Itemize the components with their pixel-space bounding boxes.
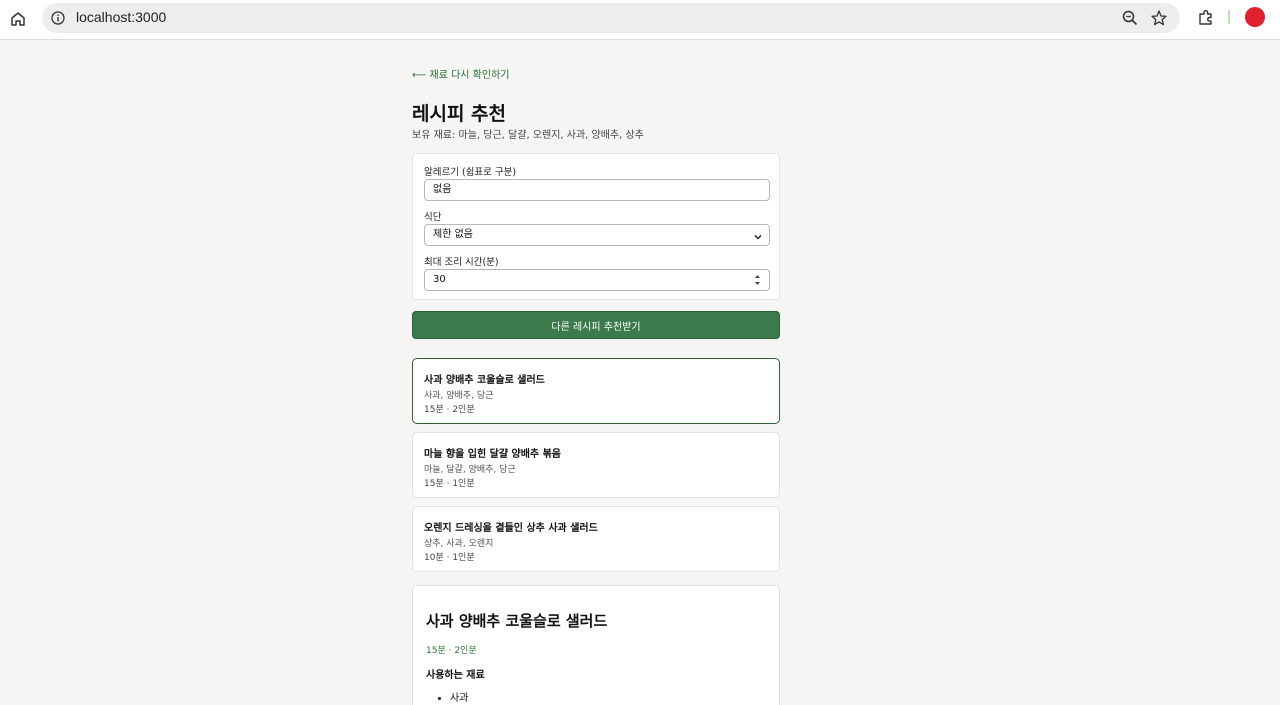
recipe-ingredients: 사과, 양배추, 당근	[424, 391, 494, 401]
recipe-ingredients: 마늘, 달걀, 양배추, 당근	[424, 465, 516, 475]
recipe-meta: 15분 · 2인분	[424, 405, 475, 415]
recipe-ingredients: 상추, 사과, 오렌지	[424, 539, 494, 549]
info-icon[interactable]	[50, 10, 66, 26]
allergy-input[interactable]: 없음	[424, 179, 770, 201]
address-bar[interactable]: localhost:3000	[42, 3, 1180, 33]
url-text[interactable]: localhost:3000	[76, 9, 166, 25]
extensions-icon[interactable]	[1196, 8, 1216, 28]
browser-toolbar: localhost:3000	[0, 0, 1280, 40]
recipe-title: 사과 양배추 코울슬로 샐러드	[424, 375, 545, 386]
list-item: 사과	[450, 689, 468, 704]
recipe-detail: 사과 양배추 코울슬로 샐러드 15분 · 2인분 사용하는 재료 사과	[412, 585, 780, 705]
time-label: 최대 조리 시간(분)	[424, 257, 499, 268]
diet-label: 식단	[424, 212, 442, 223]
allergy-label: 알레르기 (쉼표로 구분)	[424, 167, 517, 178]
recipe-card-2[interactable]: 마늘 향을 입힌 달걀 양배추 볶음 마늘, 달걀, 양배추, 당근 15분 ·…	[412, 432, 780, 498]
ingredient-list: 사과	[450, 689, 468, 704]
zoom-icon[interactable]	[1121, 9, 1139, 27]
diet-value: 제한 없음	[433, 229, 473, 240]
filter-form: 알레르기 (쉼표로 구분) 없음 식단 제한 없음 최대 조리 시간(분) 30	[412, 153, 780, 300]
diet-select[interactable]: 제한 없음	[424, 224, 770, 246]
recommend-again-button[interactable]: 다른 레시피 추천받기	[412, 311, 780, 339]
profile-avatar[interactable]	[1245, 7, 1265, 27]
page-title: 레시피 추천	[412, 103, 507, 125]
recipe-card-3[interactable]: 오렌지 드레싱을 곁들인 상추 사과 샐러드 상추, 사과, 오렌지 10분 ·…	[412, 506, 780, 572]
back-link[interactable]: ⟵ 재료 다시 확인하기	[412, 66, 509, 81]
detail-title: 사과 양배추 코울슬로 샐러드	[426, 612, 608, 630]
stepper-icon[interactable]	[754, 273, 761, 287]
time-value: 30	[433, 274, 446, 285]
detail-meta: 15분 · 2인분	[426, 646, 477, 656]
divider	[1228, 10, 1230, 24]
chevron-down-icon	[753, 230, 763, 240]
recipe-meta: 10분 · 1인분	[424, 553, 475, 563]
recipe-title: 마늘 향을 입힌 달걀 양배추 볶음	[424, 449, 562, 460]
recipe-title: 오렌지 드레싱을 곁들인 상추 사과 샐러드	[424, 523, 598, 534]
ingredients-section-title: 사용하는 재료	[426, 670, 485, 681]
owned-ingredients: 보유 재료: 마늘, 당근, 달걀, 오렌지, 사과, 양배추, 상추	[412, 130, 644, 141]
star-icon[interactable]	[1150, 9, 1168, 27]
allergy-value: 없음	[433, 184, 452, 195]
time-input[interactable]: 30	[424, 269, 770, 291]
home-icon[interactable]	[6, 7, 30, 31]
recipe-meta: 15분 · 1인분	[424, 479, 475, 489]
recipe-card-1[interactable]: 사과 양배추 코울슬로 샐러드 사과, 양배추, 당근 15분 · 2인분	[412, 358, 780, 424]
